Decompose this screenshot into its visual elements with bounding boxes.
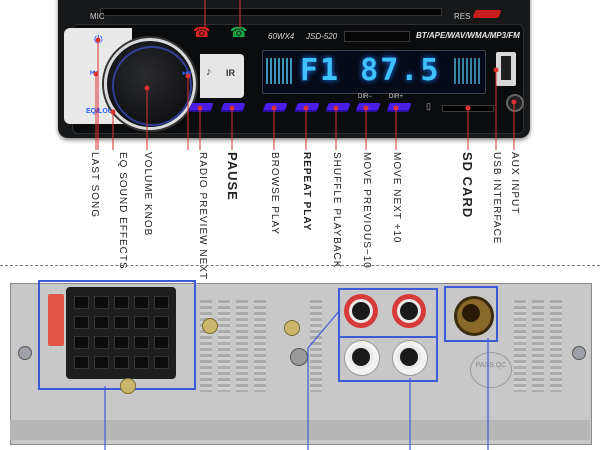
callout-move-next: MOVE NEXT +10 <box>391 152 402 244</box>
rear-callout-lines <box>104 309 489 450</box>
callout-shuffle: SHUFFLE PLAYBACK <box>331 152 342 269</box>
callout-volume-knob: VOLUME KNOB <box>142 152 153 237</box>
callout-browse-play: BROWSE PLAY <box>269 152 280 236</box>
section-divider <box>0 265 600 266</box>
callout-usb-interface: USB INTERFACE <box>491 152 502 245</box>
diagram-stage: MIC RES ⏻ ⏮ EQ/LOUD ⏭ ♪ IR ☎ ☎ 60WX4 JSD… <box>0 0 600 450</box>
callout-move-previous: MOVE PREVIOUS−10 <box>361 152 372 269</box>
callout-last-song: LAST SONG <box>89 152 100 219</box>
callout-pause: PAUSE <box>225 152 240 201</box>
callout-eq-sound-effects: EQ SOUND EFFECTS <box>117 152 128 270</box>
callout-repeat-play: REPEAT PLAY <box>301 152 312 232</box>
callout-aux-input: AUX INPUT <box>509 152 520 215</box>
callout-sd-card: SD CARD <box>460 152 475 219</box>
